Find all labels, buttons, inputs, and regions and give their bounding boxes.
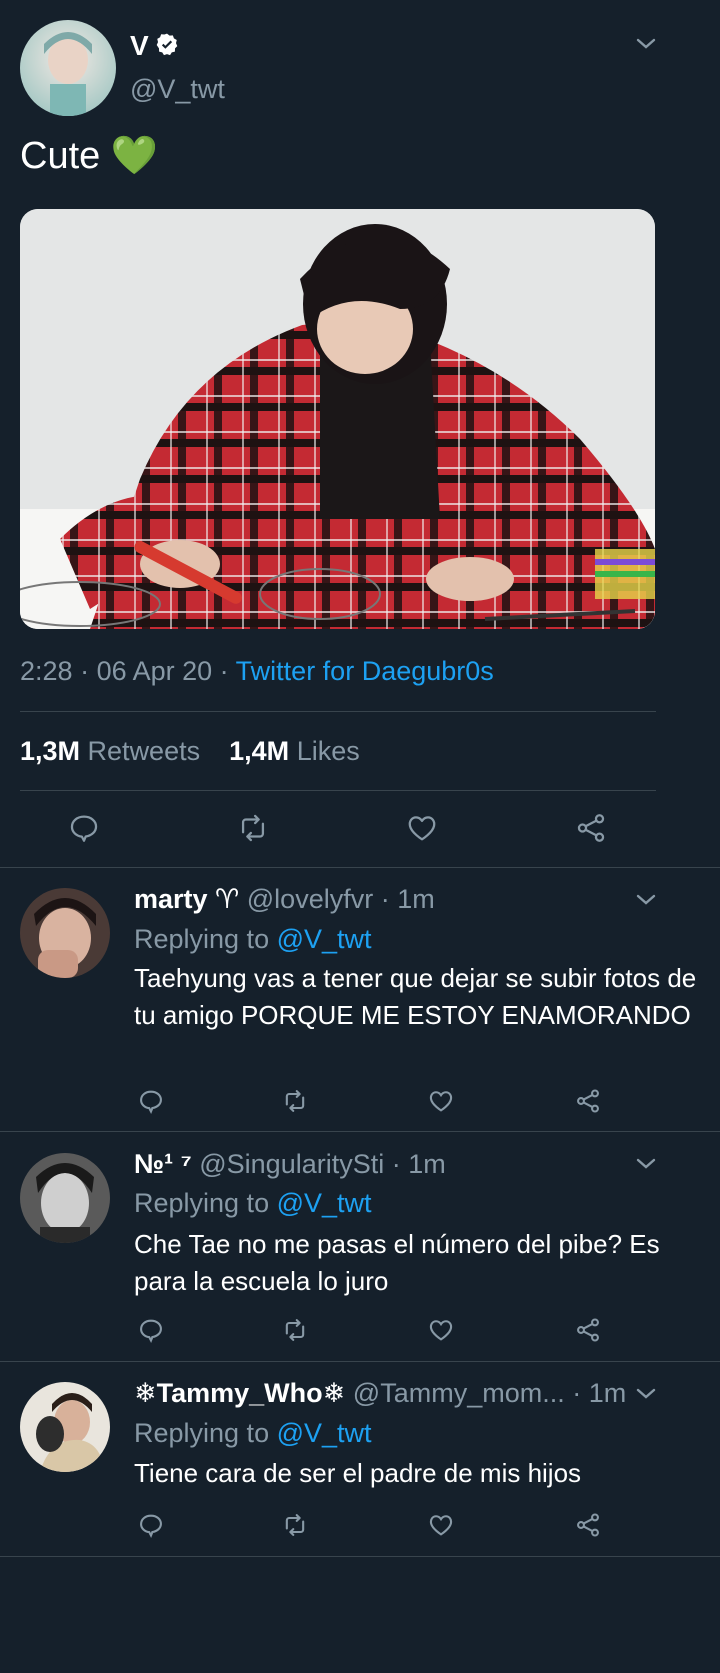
divider bbox=[0, 1131, 720, 1132]
reply-header: ❄Tammy_Who❄ @Tammy_mom... · 1m bbox=[134, 1378, 626, 1409]
author-display-name[interactable]: V bbox=[130, 30, 149, 62]
divider bbox=[0, 867, 720, 868]
replying-to-link[interactable]: @V_twt bbox=[277, 1188, 372, 1218]
tweet-time: 2:28 bbox=[20, 656, 73, 686]
reply-handle[interactable]: @SingularitySti bbox=[199, 1149, 384, 1179]
tweet-text: Cute 💚 bbox=[20, 134, 158, 178]
tweet-text-content: Cute bbox=[20, 135, 101, 177]
reply-display-name[interactable]: marty ♈ bbox=[134, 884, 239, 914]
reply-handle[interactable]: @Tammy_mom... bbox=[353, 1378, 565, 1408]
replying-to: Replying to @V_twt bbox=[134, 924, 372, 955]
chevron-down-icon[interactable] bbox=[634, 32, 658, 61]
reply-avatar[interactable] bbox=[20, 1153, 110, 1243]
replying-label: Replying to bbox=[134, 1418, 270, 1448]
chevron-down-icon[interactable] bbox=[634, 888, 658, 917]
reply-icon[interactable] bbox=[134, 1313, 168, 1347]
replying-label: Replying to bbox=[134, 1188, 270, 1218]
author-avatar[interactable] bbox=[20, 20, 116, 116]
verified-badge-icon bbox=[154, 32, 180, 63]
likes-stat[interactable]: 1,4M Likes bbox=[229, 736, 360, 766]
heart-icon[interactable] bbox=[424, 1508, 458, 1542]
divider bbox=[0, 1361, 720, 1362]
reply-time: 1m bbox=[588, 1378, 627, 1408]
share-icon[interactable] bbox=[574, 811, 608, 845]
reply-text: Tiene cara de ser el padre de mis hijos bbox=[134, 1458, 582, 1488]
reply-display-name[interactable]: №¹ ⁷ bbox=[134, 1149, 192, 1179]
reply-header: marty ♈ @lovelyfvr · 1m bbox=[134, 884, 435, 915]
reply-icon[interactable] bbox=[134, 1508, 168, 1542]
reply-avatar[interactable] bbox=[20, 1382, 110, 1472]
heart-icon[interactable] bbox=[424, 1084, 458, 1118]
reply-display-name[interactable]: ❄Tammy_Who❄ bbox=[134, 1378, 345, 1408]
divider bbox=[0, 1556, 720, 1557]
replying-label: Replying to bbox=[134, 924, 270, 954]
reply-separator: · bbox=[380, 884, 398, 914]
divider bbox=[20, 711, 656, 712]
replying-to: Replying to @V_twt bbox=[134, 1188, 372, 1219]
reply-text: Taehyung vas a tener que dejar se subir … bbox=[134, 963, 697, 1030]
divider bbox=[20, 790, 656, 791]
share-icon[interactable] bbox=[571, 1508, 605, 1542]
tweet-date: 06 Apr 20 bbox=[96, 656, 213, 686]
reply-time: 1m bbox=[397, 884, 435, 914]
separator: · bbox=[72, 656, 97, 686]
likes-count: 1,4M bbox=[229, 736, 290, 766]
likes-label: Likes bbox=[296, 736, 360, 766]
reply-avatar[interactable] bbox=[20, 888, 110, 978]
chevron-down-icon[interactable] bbox=[634, 1382, 658, 1411]
retweets-label: Retweets bbox=[87, 736, 201, 766]
replying-to-link[interactable]: @V_twt bbox=[277, 1418, 372, 1448]
reply-text: Che Tae no me pasas el número del pibe? … bbox=[134, 1229, 660, 1296]
reply-separator: · bbox=[391, 1149, 409, 1179]
tweet-stats: 1,3M Retweets 1,4M Likes bbox=[20, 736, 360, 767]
reply-icon[interactable] bbox=[67, 811, 101, 845]
tweet-photo[interactable] bbox=[20, 209, 655, 629]
chevron-down-icon[interactable] bbox=[634, 1152, 658, 1181]
reply-separator: · bbox=[572, 1378, 589, 1408]
green-heart-emoji: 💚 bbox=[110, 135, 159, 177]
author-handle[interactable]: @V_twt bbox=[130, 74, 225, 105]
retweets-count: 1,3M bbox=[20, 736, 81, 766]
tweet-source-link[interactable]: Twitter for Daegubr0s bbox=[236, 656, 494, 686]
reply-time: 1m bbox=[408, 1149, 446, 1179]
retweet-icon[interactable] bbox=[278, 1084, 312, 1118]
retweet-icon[interactable] bbox=[236, 811, 270, 845]
heart-icon[interactable] bbox=[405, 811, 439, 845]
retweets-stat[interactable]: 1,3M Retweets bbox=[20, 736, 208, 766]
replying-to-link[interactable]: @V_twt bbox=[277, 924, 372, 954]
reply-header: №¹ ⁷ @SingularitySti · 1m bbox=[134, 1149, 446, 1180]
reply-icon[interactable] bbox=[134, 1084, 168, 1118]
share-icon[interactable] bbox=[571, 1084, 605, 1118]
tweet-timestamp: 2:28 · 06 Apr 20 · Twitter for Daegubr0s bbox=[20, 656, 494, 687]
replying-to: Replying to @V_twt bbox=[134, 1418, 372, 1449]
separator: · bbox=[212, 656, 236, 686]
retweet-icon[interactable] bbox=[278, 1508, 312, 1542]
share-icon[interactable] bbox=[571, 1313, 605, 1347]
heart-icon[interactable] bbox=[424, 1313, 458, 1347]
retweet-icon[interactable] bbox=[278, 1313, 312, 1347]
reply-handle[interactable]: @lovelyfvr bbox=[247, 884, 373, 914]
